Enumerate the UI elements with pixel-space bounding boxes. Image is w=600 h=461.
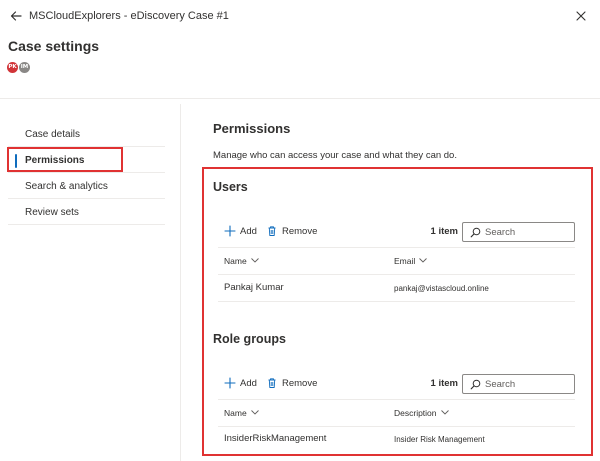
user-name-cell: Pankaj Kumar	[224, 282, 284, 293]
section-title: Permissions	[213, 121, 291, 136]
remove-label: Remove	[282, 226, 318, 237]
table-divider	[218, 301, 575, 302]
add-label: Add	[240, 226, 257, 237]
close-icon[interactable]	[576, 11, 586, 21]
table-divider	[218, 247, 575, 248]
nav-item-label: Review sets	[25, 207, 79, 218]
column-header-email[interactable]: Email	[394, 256, 428, 266]
header-divider	[0, 98, 600, 99]
top-bar: MSCloudExplorers - eDiscovery Case #1	[0, 0, 600, 32]
table-divider	[218, 399, 575, 400]
nav-item-case-details[interactable]: Case details	[8, 121, 165, 147]
section-description: Manage who can access your case and what…	[213, 150, 457, 161]
add-icon	[224, 377, 236, 389]
nav-highlight-box	[7, 147, 123, 172]
page-title: Case settings	[8, 38, 100, 54]
search-icon	[470, 227, 481, 238]
column-header-name[interactable]: Name	[224, 408, 259, 418]
users-search-box[interactable]	[462, 222, 575, 242]
table-divider	[218, 426, 575, 427]
column-header-name[interactable]: Name	[224, 256, 259, 266]
nav-item-search-analytics[interactable]: Search & analytics	[8, 173, 165, 199]
chevron-down-icon	[250, 410, 259, 415]
users-item-count: 1 item	[430, 226, 458, 237]
search-icon	[470, 379, 481, 390]
role-groups-item-count: 1 item	[430, 378, 458, 389]
trash-icon	[268, 226, 276, 236]
chevron-down-icon	[440, 410, 449, 415]
column-header-label: Email	[394, 256, 416, 266]
users-title: Users	[213, 180, 248, 194]
nav-item-review-sets[interactable]: Review sets	[8, 199, 165, 225]
user-email-cell: pankaj@vistascloud.online	[394, 284, 489, 293]
nav-item-label: Case details	[25, 129, 81, 140]
case-title: MSCloudExplorers - eDiscovery Case #1	[29, 10, 229, 22]
trash-icon	[268, 378, 276, 388]
role-group-name-cell: InsiderRiskManagement	[224, 433, 327, 444]
nav-divider	[180, 104, 181, 461]
role-groups-search-box[interactable]	[462, 374, 575, 394]
column-header-label: Name	[224, 256, 247, 266]
role-groups-title: Role groups	[213, 332, 286, 346]
users-search-input[interactable]	[485, 225, 571, 239]
avatar[interactable]: IM	[19, 62, 30, 73]
remove-label: Remove	[282, 378, 318, 389]
chevron-down-icon	[419, 258, 428, 263]
column-header-description[interactable]: Description	[394, 408, 449, 418]
avatar[interactable]: PK	[7, 62, 18, 73]
add-icon	[224, 225, 236, 237]
column-header-label: Name	[224, 408, 247, 418]
nav-item-label: Search & analytics	[25, 181, 108, 192]
column-header-label: Description	[394, 408, 437, 418]
role-groups-search-input[interactable]	[485, 377, 571, 391]
settings-nav: Case details Permissions Search & analyt…	[8, 121, 165, 225]
table-divider	[218, 274, 575, 275]
add-label: Add	[240, 378, 257, 389]
chevron-down-icon	[250, 258, 259, 263]
role-group-description-cell: Insider Risk Management	[394, 435, 485, 444]
arrow-left-icon[interactable]	[9, 9, 23, 23]
